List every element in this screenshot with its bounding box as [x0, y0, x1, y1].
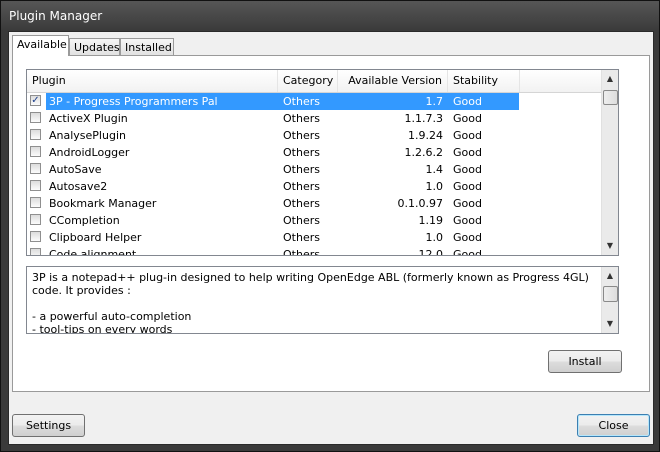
- plugin-stability-cell: Good: [453, 112, 482, 125]
- plugin-version-cell: 1.2.6.2: [404, 146, 443, 159]
- plugin-name-cell: AutoSave: [49, 163, 102, 176]
- plugin-stability-cell: Good: [453, 146, 482, 159]
- plugin-category-cell: Others: [283, 180, 320, 193]
- plugin-stability-cell: Good: [453, 197, 482, 210]
- plugin-stability-cell: Good: [453, 95, 482, 108]
- window-title: Plugin Manager: [9, 9, 103, 23]
- plugin-name-cell: Bookmark Manager: [49, 197, 157, 210]
- settings-button[interactable]: Settings: [12, 414, 85, 437]
- table-row[interactable]: Code alignment Others 12.0 Good: [27, 246, 618, 256]
- plugin-stability-cell: Good: [453, 180, 482, 193]
- plugin-checkbox[interactable]: ✓: [30, 95, 41, 106]
- scroll-thumb[interactable]: [603, 286, 618, 302]
- column-header-category[interactable]: Category: [278, 70, 338, 92]
- plugin-stability-cell: Good: [453, 163, 482, 176]
- plugin-category-cell: Others: [283, 112, 320, 125]
- plugin-version-cell: 1.0: [425, 231, 444, 244]
- plugin-list-scrollbar[interactable]: ▲ ▼: [601, 70, 618, 255]
- plugin-list-header: Plugin Category Available Version Stabil…: [27, 70, 618, 93]
- plugin-checkbox[interactable]: [30, 197, 41, 208]
- table-row[interactable]: AutoSave Others 1.4 Good: [27, 161, 618, 178]
- column-header-available-version[interactable]: Available Version: [338, 70, 448, 92]
- scroll-down-arrow-icon[interactable]: ▼: [602, 316, 618, 332]
- plugin-category-cell: Others: [283, 231, 320, 244]
- tab-installed[interactable]: Installed: [120, 38, 174, 55]
- plugin-checkbox[interactable]: [30, 129, 41, 140]
- table-row[interactable]: CCompletion Others 1.19 Good: [27, 212, 618, 229]
- plugin-checkbox[interactable]: [30, 163, 41, 174]
- close-button[interactable]: Close: [577, 414, 650, 437]
- plugin-stability-cell: Good: [453, 248, 482, 256]
- table-row[interactable]: AndroidLogger Others 1.2.6.2 Good: [27, 144, 618, 161]
- plugin-name-cell: 3P - Progress Programmers Pal: [49, 95, 218, 108]
- tab-available[interactable]: Available: [12, 35, 69, 56]
- plugin-category-cell: Others: [283, 248, 320, 256]
- plugin-checkbox[interactable]: [30, 231, 41, 242]
- table-row[interactable]: Bookmark Manager Others 0.1.0.97 Good: [27, 195, 618, 212]
- dialog-client-area: Available Updates Installed Plugin Categ…: [8, 31, 654, 445]
- scroll-thumb[interactable]: [603, 90, 618, 105]
- plugin-description-box[interactable]: 3P is a notepad++ plug-in designed to he…: [26, 266, 619, 334]
- plugin-stability-cell: Good: [453, 129, 482, 142]
- column-header-stability[interactable]: Stability: [448, 70, 520, 92]
- scroll-up-arrow-icon[interactable]: ▲: [602, 71, 618, 87]
- plugin-checkbox[interactable]: [30, 214, 41, 225]
- plugin-version-cell: 1.7: [425, 95, 444, 108]
- plugin-category-cell: Others: [283, 95, 320, 108]
- plugin-name-cell: AnalysePlugin: [49, 129, 126, 142]
- scroll-down-arrow-icon[interactable]: ▼: [602, 238, 618, 254]
- table-row[interactable]: Clipboard Helper Others 1.0 Good: [27, 229, 618, 246]
- plugin-version-cell: 1.19: [418, 214, 444, 227]
- plugin-version-cell: 1.4: [425, 163, 444, 176]
- description-scrollbar[interactable]: ▲ ▼: [601, 267, 618, 333]
- plugin-list[interactable]: Plugin Category Available Version Stabil…: [26, 69, 619, 256]
- plugin-checkbox[interactable]: [30, 146, 41, 157]
- plugin-checkbox[interactable]: [30, 112, 41, 123]
- table-row[interactable]: Autosave2 Others 1.0 Good: [27, 178, 618, 195]
- plugin-name-cell: CCompletion: [49, 214, 120, 227]
- plugin-version-cell: 0.1.0.97: [397, 197, 443, 210]
- install-button[interactable]: Install: [548, 350, 622, 373]
- scroll-up-arrow-icon[interactable]: ▲: [602, 268, 618, 284]
- plugin-category-cell: Others: [283, 129, 320, 142]
- plugin-version-cell: 1.1.7.3: [404, 112, 443, 125]
- plugin-version-cell: 1.0: [425, 180, 444, 193]
- plugin-checkbox[interactable]: [30, 180, 41, 191]
- plugin-name-cell: AndroidLogger: [49, 146, 130, 159]
- plugin-stability-cell: Good: [453, 231, 482, 244]
- plugin-category-cell: Others: [283, 163, 320, 176]
- check-mark-icon: ✓: [31, 95, 40, 106]
- table-row[interactable]: ✓ 3P - Progress Programmers Pal Others 1.7 G…: [27, 93, 618, 110]
- plugin-name-cell: Autosave2: [49, 180, 108, 193]
- plugin-stability-cell: Good: [453, 214, 482, 227]
- plugin-name-cell: Clipboard Helper: [49, 231, 142, 244]
- column-header-plugin[interactable]: Plugin: [27, 70, 278, 92]
- table-row[interactable]: AnalysePlugin Others 1.9.24 Good: [27, 127, 618, 144]
- tab-updates[interactable]: Updates: [69, 38, 120, 55]
- plugin-version-cell: 1.9.24: [408, 129, 443, 142]
- table-row[interactable]: ActiveX Plugin Others 1.1.7.3 Good: [27, 110, 618, 127]
- plugin-version-cell: 12.0: [418, 248, 444, 256]
- plugin-category-cell: Others: [283, 197, 320, 210]
- plugin-manager-window: Plugin Manager Available Updates Install…: [0, 0, 660, 452]
- plugin-description-text: 3P is a notepad++ plug-in designed to he…: [32, 271, 589, 334]
- plugin-checkbox[interactable]: [30, 248, 41, 255]
- plugin-name-cell: Code alignment: [49, 248, 137, 256]
- plugin-category-cell: Others: [283, 146, 320, 159]
- plugin-name-cell: ActiveX Plugin: [49, 112, 128, 125]
- plugin-category-cell: Others: [283, 214, 320, 227]
